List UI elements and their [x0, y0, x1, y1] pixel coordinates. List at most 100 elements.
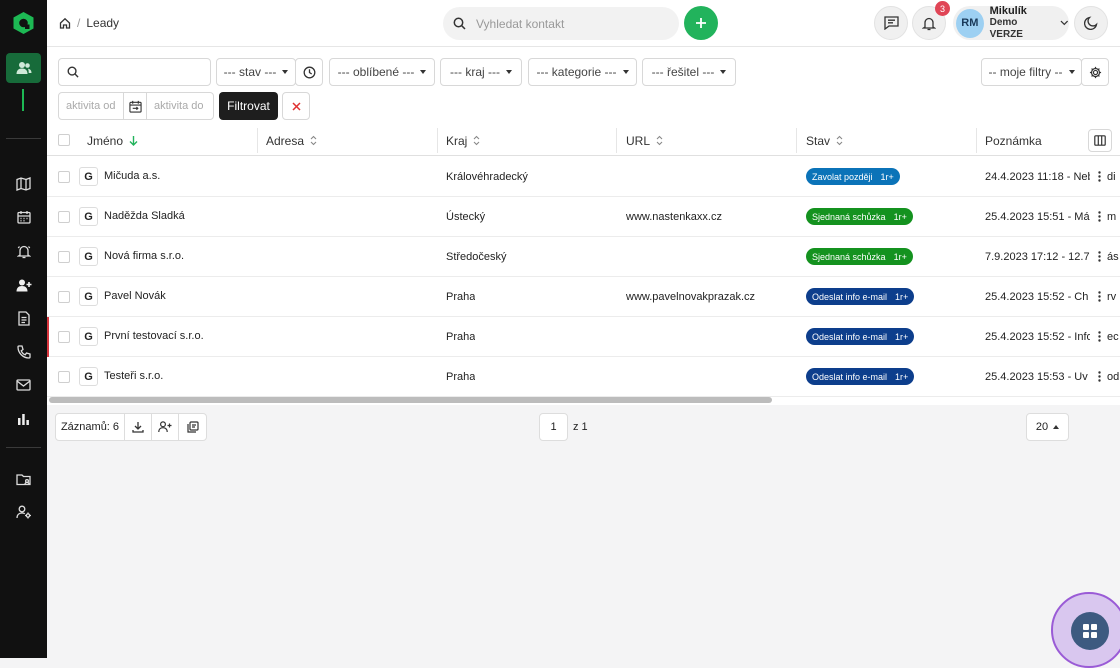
row-menu-button[interactable]: [1090, 287, 1108, 306]
status-badge[interactable]: Sjednaná schůzka 1r+: [806, 248, 913, 265]
contact-search-input[interactable]: [476, 16, 656, 31]
status-filter[interactable]: --- stav ---: [216, 58, 296, 86]
column-label: Adresa: [266, 133, 305, 148]
column-header-address[interactable]: Adresa: [266, 125, 317, 156]
per-page-select[interactable]: 20: [1026, 413, 1069, 441]
sort-desc-icon: [129, 136, 138, 146]
column-header-name[interactable]: Jméno: [87, 125, 138, 156]
calendar-picker-button[interactable]: [123, 93, 147, 119]
dark-mode-toggle[interactable]: [1074, 6, 1108, 40]
sidebar-item-documents[interactable]: [6, 303, 41, 333]
activity-from-input[interactable]: [59, 100, 123, 112]
google-icon[interactable]: G: [79, 327, 98, 346]
google-icon[interactable]: G: [79, 287, 98, 306]
export-button[interactable]: [125, 414, 152, 440]
column-header-url[interactable]: URL: [626, 125, 663, 156]
assign-button[interactable]: [152, 414, 179, 440]
copy-button[interactable]: [179, 414, 206, 440]
table-row[interactable]: G Pavel Novák Praha www.pavelnovakprazak…: [47, 277, 1120, 317]
category-filter[interactable]: --- kategorie ---: [528, 58, 637, 86]
horizontal-scrollbar[interactable]: [49, 397, 772, 403]
select-all-checkbox[interactable]: [58, 134, 70, 146]
sidebar-item-leads[interactable]: [6, 53, 41, 83]
clear-filters-button[interactable]: [282, 92, 310, 120]
my-filters-dropdown[interactable]: -- moje filtry --: [981, 58, 1082, 86]
table-row[interactable]: G Nová firma s.r.o. Středočeský Sjednaná…: [47, 237, 1120, 277]
status-filter-value: --- stav ---: [223, 65, 277, 79]
row-checkbox[interactable]: [58, 171, 70, 183]
cell-name[interactable]: Pavel Novák: [104, 276, 166, 315]
table-row[interactable]: G Mičuda a.s. Královéhradecký Zavolat po…: [47, 157, 1120, 197]
status-badge[interactable]: Zavolat později 1r+: [806, 168, 900, 185]
status-badge[interactable]: Sjednaná schůzka 1r+: [806, 208, 913, 225]
caret-down-icon: [282, 70, 289, 74]
row-highlight: [47, 317, 49, 357]
favorites-filter[interactable]: --- oblíbené ---: [329, 58, 435, 86]
google-icon[interactable]: G: [79, 207, 98, 226]
sort-icon: [836, 135, 843, 146]
row-checkbox[interactable]: [58, 291, 70, 303]
cell-overflow: rv: [1107, 287, 1120, 306]
table-row[interactable]: G První testovací s.r.o. Praha Odeslat i…: [47, 317, 1120, 357]
row-checkbox[interactable]: [58, 371, 70, 383]
row-menu-button[interactable]: [1090, 367, 1108, 386]
google-icon[interactable]: G: [79, 247, 98, 266]
caret-down-icon: [622, 70, 629, 74]
sidebar-item-calls[interactable]: [6, 337, 41, 367]
row-checkbox[interactable]: [58, 331, 70, 343]
sidebar-item-mail[interactable]: [6, 370, 41, 400]
apps-launcher[interactable]: [1051, 592, 1120, 668]
add-button[interactable]: [684, 6, 718, 40]
status-badge[interactable]: Odeslat info e-mail 1r+: [806, 328, 915, 345]
region-filter[interactable]: --- kraj ---: [440, 58, 522, 86]
column-settings-button[interactable]: [1088, 129, 1112, 152]
cell-name[interactable]: Naděžda Sladká: [104, 196, 185, 235]
column-header-note[interactable]: Poznámka: [985, 125, 1042, 156]
sidebar-item-calendar[interactable]: [6, 202, 41, 232]
filter-settings-button[interactable]: [1081, 58, 1109, 86]
filter-button[interactable]: Filtrovat: [219, 92, 278, 120]
cell-name[interactable]: Mičuda a.s.: [104, 156, 160, 195]
sidebar-item-reminders[interactable]: [6, 236, 41, 266]
cell-name[interactable]: Testeři s.r.o.: [104, 356, 163, 395]
history-button[interactable]: [295, 58, 323, 86]
cell-url[interactable]: www.pavelnovakprazak.cz: [626, 277, 755, 316]
cell-region: Praha: [446, 290, 476, 303]
filter-bar: --- stav --- --- oblíbené --- --- kraj -…: [47, 47, 1120, 125]
page-number-input[interactable]: 1: [539, 413, 568, 441]
sidebar-divider: [6, 138, 41, 139]
messages-button[interactable]: [874, 6, 908, 40]
table-row[interactable]: G Testeři s.r.o. Praha Odeslat info e-ma…: [47, 357, 1120, 397]
lead-search-input[interactable]: [87, 65, 197, 79]
cell-overflow: ec: [1107, 327, 1120, 346]
sidebar-item-contacts[interactable]: [6, 270, 41, 300]
status-badge[interactable]: Odeslat info e-mail 1r+: [806, 368, 915, 385]
status-count: 1r+: [895, 331, 909, 342]
sidebar-item-map[interactable]: [6, 169, 41, 199]
table-row[interactable]: G Naděžda Sladká Ústecký www.nastenkaxx.…: [47, 197, 1120, 237]
google-icon[interactable]: G: [79, 367, 98, 386]
column-header-status[interactable]: Stav: [806, 125, 843, 156]
google-icon[interactable]: G: [79, 167, 98, 186]
activity-to-input[interactable]: [147, 100, 211, 112]
caret-up-icon: [1053, 425, 1060, 429]
sidebar-item-files[interactable]: [6, 464, 41, 494]
cell-name[interactable]: První testovací s.r.o.: [104, 316, 204, 355]
status-badge[interactable]: Odeslat info e-mail 1r+: [806, 288, 915, 305]
row-menu-button[interactable]: [1090, 207, 1108, 226]
solver-filter[interactable]: --- řešitel ---: [642, 58, 736, 86]
home-icon[interactable]: [59, 17, 71, 29]
cell-name[interactable]: Nová firma s.r.o.: [104, 236, 184, 275]
cell-url[interactable]: www.nastenkaxx.cz: [626, 197, 722, 236]
sidebar-item-user-settings[interactable]: [6, 497, 41, 527]
sidebar-item-statistics[interactable]: [6, 404, 41, 434]
region-filter-value: --- kraj ---: [450, 65, 500, 79]
user-menu[interactable]: RM Mikulík Demo VERZE: [953, 5, 1069, 40]
row-checkbox[interactable]: [58, 251, 70, 263]
more-vertical-icon: [1097, 331, 1101, 342]
column-header-region[interactable]: Kraj: [446, 125, 480, 156]
row-menu-button[interactable]: [1090, 247, 1108, 266]
row-checkbox[interactable]: [58, 211, 70, 223]
row-menu-button[interactable]: [1090, 327, 1108, 346]
row-menu-button[interactable]: [1090, 167, 1108, 186]
